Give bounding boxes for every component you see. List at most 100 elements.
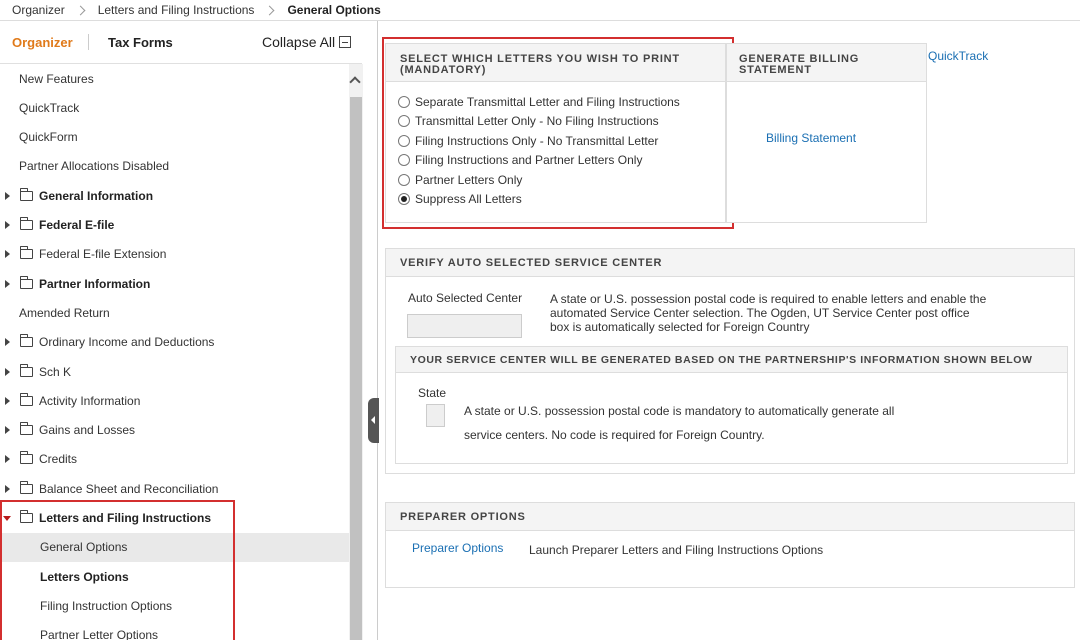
folder-icon <box>20 246 33 260</box>
letter-option-filing-instructions-and-partner-letters-only[interactable]: Filing Instructions and Partner Letters … <box>398 152 642 168</box>
sidebar-item-label: General Options <box>40 540 128 555</box>
radio-button[interactable] <box>398 134 410 147</box>
folder-icon <box>20 334 33 348</box>
state-field[interactable] <box>426 404 445 427</box>
caret-right-icon[interactable] <box>5 426 10 435</box>
caret-right-icon[interactable] <box>5 250 10 259</box>
sidebar-item-partner-allocations-disabled[interactable]: Partner Allocations Disabled <box>0 152 350 181</box>
caret-right-icon[interactable] <box>5 484 10 493</box>
state-label: State <box>418 386 447 400</box>
radio-button[interactable] <box>398 96 410 108</box>
tab-divider <box>88 34 89 50</box>
sidebar-item-label: Credits <box>39 452 78 467</box>
quicktrack-link[interactable]: QuickTrack <box>928 49 988 63</box>
sidebar-item-letters-options[interactable]: Letters Options <box>0 562 350 591</box>
caret-down-icon[interactable] <box>3 515 11 521</box>
letter-option-label: Partner Letters Only <box>415 172 523 187</box>
sidebar-item-gains-and-losses[interactable]: Gains and Losses <box>0 416 350 445</box>
radio-button[interactable] <box>398 193 410 205</box>
sidebar-item-federal-e-file-extension[interactable]: Federal E-file Extension <box>0 240 350 269</box>
sidebar-item-filing-instruction-options[interactable]: Filing Instruction Options <box>0 591 350 620</box>
letter-option-partner-letters-only[interactable]: Partner Letters Only <box>398 172 522 188</box>
letter-option-filing-instructions-only-no-transmittal-letter[interactable]: Filing Instructions Only - No Transmitta… <box>398 133 658 149</box>
sidebar-item-label: QuickTrack <box>19 100 80 115</box>
letter-option-suppress-all-letters[interactable]: Suppress All Letters <box>398 191 522 207</box>
sidebar-item-new-features[interactable]: New Features <box>0 64 350 93</box>
sidebar-item-label: Partner Information <box>39 276 151 291</box>
sidebar-item-sch-k[interactable]: Sch K <box>0 357 350 386</box>
billing-statement-link[interactable]: Billing Statement <box>766 131 856 145</box>
letter-option-label: Filing Instructions and Partner Letters … <box>415 153 643 168</box>
sidebar-item-credits[interactable]: Credits <box>0 445 350 474</box>
folder-icon <box>20 217 33 230</box>
letters-panel: SELECT WHICH LETTERS YOU WISH TO PRINT (… <box>385 43 726 223</box>
sidebar-item-label: Sch K <box>39 364 72 379</box>
sidebar-item-label: Balance Sheet and Reconciliation <box>39 481 219 496</box>
caret-right-icon[interactable] <box>5 455 10 464</box>
sidebar-item-partner-letter-options[interactable]: Partner Letter Options <box>0 621 350 640</box>
auto-selected-center-field[interactable] <box>407 314 522 338</box>
caret-right-icon[interactable] <box>5 191 10 200</box>
sidebar-item-general-information[interactable]: General Information <box>0 181 350 210</box>
caret-right-icon[interactable] <box>5 396 10 405</box>
letter-option-label: Suppress All Letters <box>415 192 522 206</box>
sidebar-item-ordinary-income-and-deductions[interactable]: Ordinary Income and Deductions <box>0 328 350 357</box>
breadcrumb-letters-filing[interactable]: Letters and Filing Instructions <box>98 3 255 17</box>
folder-icon <box>20 187 33 201</box>
letter-option-label: Transmittal Letter Only - No Filing Inst… <box>415 114 659 129</box>
breadcrumb: Organizer Letters and Filing Instruction… <box>0 0 1080 21</box>
caret-right-icon[interactable] <box>5 221 10 229</box>
sidebar-item-quickform[interactable]: QuickForm <box>0 123 350 152</box>
caret-right-icon[interactable] <box>5 279 10 288</box>
sidebar-item-label: General Information <box>39 188 154 203</box>
radio-button[interactable] <box>398 115 410 128</box>
preparer-panel-title: PREPARER OPTIONS <box>386 503 1074 531</box>
folder-icon <box>20 392 33 406</box>
scroll-up-icon[interactable] <box>349 76 361 88</box>
sidebar-item-general-options[interactable]: General Options <box>0 532 350 562</box>
sidebar-item-label: Partner Allocations Disabled <box>19 159 170 174</box>
sidebar-item-label: Partner Letter Options <box>40 628 159 640</box>
sidebar-item-balance-sheet-and-reconciliation[interactable]: Balance Sheet and Reconciliation <box>0 474 350 503</box>
radio-button[interactable] <box>398 154 410 167</box>
sidebar-header: Organizer Tax Forms Collapse All <box>0 21 362 64</box>
caret-right-icon[interactable] <box>5 367 10 376</box>
scrollbar-thumb[interactable] <box>350 97 362 640</box>
folder-icon <box>20 422 33 436</box>
sidebar-item-label: Activity Information <box>39 393 141 408</box>
auto-desc-line: automated Service Center selection. The … <box>550 306 970 320</box>
tab-tax-forms[interactable]: Tax Forms <box>108 35 173 50</box>
breadcrumb-general-options: General Options <box>287 3 381 17</box>
sidebar-item-label: Filing Instruction Options <box>40 598 173 613</box>
radio-button[interactable] <box>398 173 410 186</box>
letter-option-separate-transmittal-letter-and-filing-instructions[interactable]: Separate Transmittal Letter and Filing I… <box>398 94 680 110</box>
billing-panel: GENERATE BILLING STATEMENT Billing State… <box>726 43 927 223</box>
collapse-minus-icon <box>339 36 352 48</box>
chevron-right-icon <box>75 5 86 15</box>
collapse-all-button[interactable]: Collapse All <box>262 34 352 50</box>
sidebar-item-label: Amended Return <box>19 305 110 320</box>
auto-desc-line: box is automatically selected for Foreig… <box>550 320 810 334</box>
breadcrumb-organizer[interactable]: Organizer <box>12 3 65 17</box>
sidebar-item-label: Ordinary Income and Deductions <box>39 335 215 350</box>
billing-panel-title: GENERATE BILLING STATEMENT <box>727 44 926 82</box>
sidebar-item-federal-e-file[interactable]: Federal E-file <box>0 211 350 240</box>
service-center-subpanel: YOUR SERVICE CENTER WILL BE GENERATED BA… <box>395 346 1068 464</box>
preparer-options-link[interactable]: Preparer Options <box>412 541 503 555</box>
sidebar-item-letters-and-filing-instructions[interactable]: Letters and Filing Instructions <box>0 504 350 533</box>
letters-panel-title: SELECT WHICH LETTERS YOU WISH TO PRINT (… <box>386 44 725 82</box>
collapse-all-label: Collapse All <box>262 34 336 50</box>
folder-icon <box>20 275 33 289</box>
letter-option-transmittal-letter-only-no-filing-instructions[interactable]: Transmittal Letter Only - No Filing Inst… <box>398 113 659 129</box>
tab-organizer[interactable]: Organizer <box>12 35 73 50</box>
sidebar-item-amended-return[interactable]: Amended Return <box>0 298 350 327</box>
chevron-right-icon <box>264 5 275 15</box>
sidebar-item-partner-information[interactable]: Partner Information <box>0 269 350 298</box>
caret-right-icon[interactable] <box>5 338 10 347</box>
sidebar-item-quicktrack[interactable]: QuickTrack <box>0 93 350 122</box>
preparer-options-desc: Launch Preparer Letters and Filing Instr… <box>529 543 824 557</box>
sidebar-collapse-handle[interactable] <box>368 398 379 443</box>
sidebar-scrollbar[interactable] <box>349 64 363 640</box>
sidebar-item-activity-information[interactable]: Activity Information <box>0 386 350 415</box>
sidebar-item-label: Gains and Losses <box>39 423 136 438</box>
